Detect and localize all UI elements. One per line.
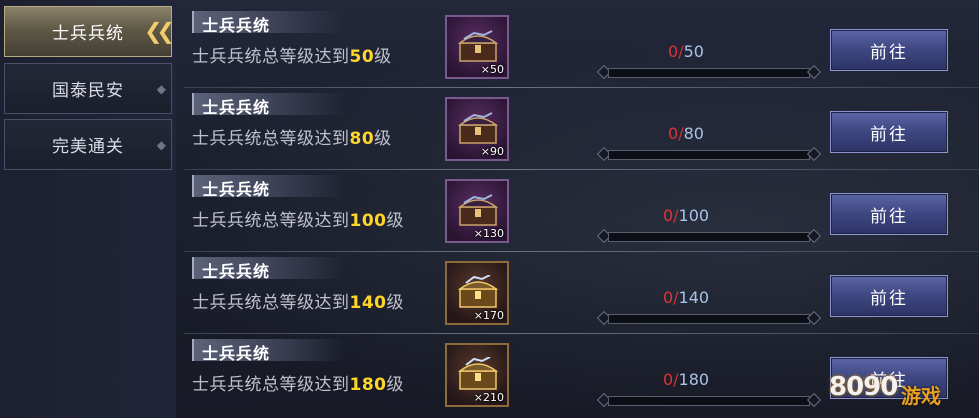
task-row: 士兵兵统 士兵兵统总等级达到50级 ×50 0/50 前往 [176,6,979,88]
level-number: 100 [349,211,387,231]
level-number: 80 [349,129,375,149]
task-row: 士兵兵统 士兵兵统总等级达到100级 ×130 0/100 前往 [176,170,979,252]
progress-text: 0/80 [668,124,704,143]
watermark-number: 8090 [829,372,898,402]
go-button[interactable]: 前往 [830,111,948,153]
task-description: 士兵兵统总等级达到100级 [192,211,404,231]
progress-text: 0/100 [662,206,710,225]
task-description: 士兵兵统总等级达到50级 [192,47,392,67]
reward-slot[interactable]: ×210 [445,343,509,407]
reward-quantity: ×90 [480,145,504,158]
task-title: 士兵兵统 [202,262,271,281]
task-row: 士兵兵统 士兵兵统总等级达到140级 ×170 0/140 前往 [176,252,979,334]
level-number: 140 [349,293,387,313]
go-button[interactable]: 前往 [830,275,948,317]
task-title: 士兵兵统 [202,344,271,363]
tab-soldier-command[interactable]: 士兵兵统 ❮❮ [4,6,175,57]
tab-national-peace[interactable]: 国泰民安 ◆ [4,63,172,114]
diamond-marker-icon: ◆ [156,137,167,152]
go-button[interactable]: 前往 [830,193,948,235]
progress-text: 0/50 [668,42,704,61]
purple-chest-icon [457,30,499,62]
reward-quantity: ×170 [473,309,504,322]
task-title: 士兵兵统 [202,16,271,35]
tab-perfect-clear[interactable]: 完美通关 ◆ [4,119,172,170]
task-list: 士兵兵统 士兵兵统总等级达到50级 ×50 0/50 前往 士兵兵统 士兵兵统总… [176,0,979,418]
sidebar: 士兵兵统 ❮❮ 国泰民安 ◆ 完美通关 ◆ [0,0,176,418]
reward-quantity: ×130 [473,227,504,240]
purple-chest-icon [457,112,499,144]
task-row: 士兵兵统 士兵兵统总等级达到80级 ×90 0/80 前往 [176,88,979,170]
reward-slot[interactable]: ×50 [445,15,509,79]
level-number: 50 [349,47,375,67]
gold-chest-icon [457,357,499,390]
reward-slot[interactable]: ×90 [445,97,509,161]
tab-label: 完美通关 [52,137,124,157]
double-chevron-left-icon: ❮❮ [144,19,175,44]
reward-slot[interactable]: ×130 [445,179,509,243]
progress-bar [596,64,822,80]
purple-chest-icon [457,194,499,226]
reward-slot[interactable]: ×170 [445,261,509,325]
gold-chest-icon [457,275,499,308]
tab-label: 士兵兵统 [52,24,124,44]
tab-label: 国泰民安 [52,81,124,101]
progress-bar [596,146,822,162]
progress-text: 0/180 [662,370,710,389]
progress-text: 0/140 [662,288,710,307]
task-title: 士兵兵统 [202,180,271,199]
watermark-text: 游戏 [901,384,941,408]
level-number: 180 [349,375,387,395]
site-watermark-logo: 8090 游戏 [829,366,969,416]
diamond-marker-icon: ◆ [156,81,167,96]
task-description: 士兵兵统总等级达到180级 [192,375,404,395]
reward-quantity: ×50 [480,63,504,76]
task-title: 士兵兵统 [202,98,271,117]
task-description: 士兵兵统总等级达到140级 [192,293,404,313]
go-button[interactable]: 前往 [830,29,948,71]
reward-quantity: ×210 [473,391,504,404]
progress-bar [596,392,822,408]
task-description: 士兵兵统总等级达到80级 [192,129,392,149]
progress-bar [596,310,822,326]
progress-bar [596,228,822,244]
